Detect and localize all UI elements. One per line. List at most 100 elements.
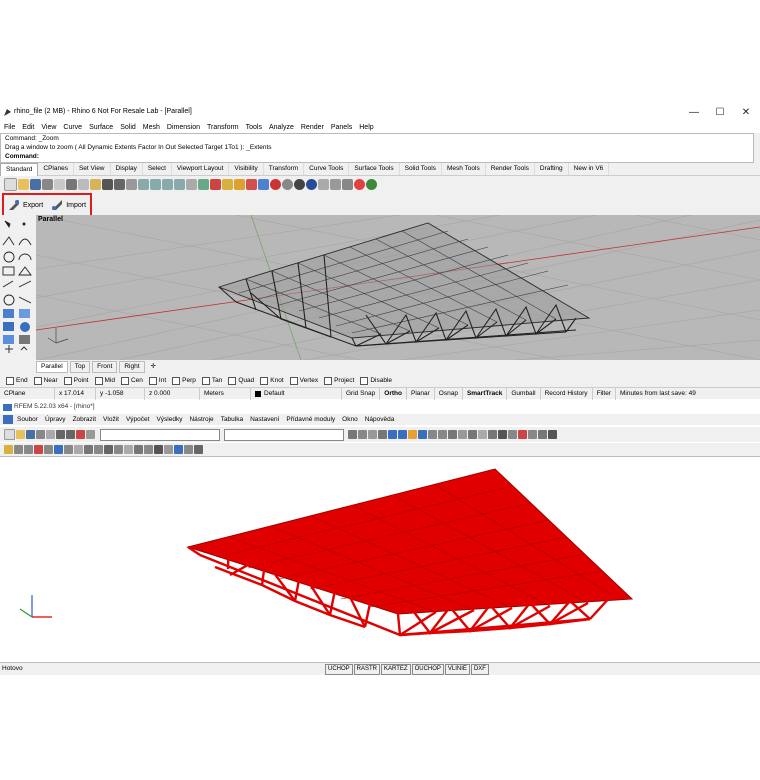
menu-solid[interactable]: Solid [120, 124, 136, 131]
rfem-dim-icon[interactable] [154, 445, 163, 454]
tab-solid-tools[interactable]: Solid Tools [400, 163, 442, 175]
rfem-status-rastr[interactable]: RASTR [353, 664, 381, 675]
ghosted-sphere-icon[interactable] [294, 178, 305, 190]
more-tools-icon[interactable] [20, 346, 28, 351]
trim-icon[interactable] [18, 296, 32, 304]
rfem-view-x-icon[interactable] [398, 430, 407, 439]
polygon-icon[interactable] [18, 266, 32, 276]
rfem-dxf-icon[interactable] [184, 445, 193, 454]
menu-tools[interactable]: Tools [246, 124, 262, 131]
box-icon[interactable] [3, 322, 14, 331]
rfem-menu-napoveda[interactable]: Nápověda [365, 414, 395, 425]
add-viewport-icon[interactable]: ✛ [147, 362, 160, 372]
zoom-icon[interactable] [138, 178, 149, 190]
pan-icon[interactable] [114, 178, 125, 190]
osnap-tan[interactable]: Tan [201, 376, 222, 385]
rfem-tool-d-icon[interactable] [378, 430, 387, 439]
save-icon[interactable] [30, 178, 41, 190]
rfem-support-icon[interactable] [518, 430, 527, 439]
tab-set-view[interactable]: Set View [74, 163, 111, 175]
menu-dimension[interactable]: Dimension [167, 124, 200, 131]
viewport-4-icon[interactable] [186, 178, 197, 190]
rfem-node-icon[interactable] [4, 445, 13, 454]
rfem-guide-icon[interactable] [174, 445, 183, 454]
menu-mesh[interactable]: Mesh [143, 124, 160, 131]
light-icon[interactable] [222, 178, 233, 190]
rfem-print-graphic-icon[interactable] [46, 430, 55, 439]
rfem-hinge-icon[interactable] [54, 445, 63, 454]
menu-panels[interactable]: Panels [331, 124, 352, 131]
rfem-menu-tabulka[interactable]: Tabulka [221, 414, 243, 425]
rfem-table-icon[interactable] [538, 430, 547, 439]
select-icon[interactable] [210, 178, 221, 190]
toggle-smarttrack[interactable]: SmartTrack [463, 388, 508, 400]
properties-icon[interactable] [246, 178, 257, 190]
rfem-status-vlinie[interactable]: VLINIE [444, 664, 470, 675]
rfem-menu-vysledky[interactable]: Výsledky [156, 414, 182, 425]
rfem-visual-icon[interactable] [194, 445, 203, 454]
osnap-perp[interactable]: Perp [172, 376, 196, 385]
cut-icon[interactable] [66, 178, 77, 190]
new-file-icon[interactable] [4, 177, 17, 191]
rfem-load-icon[interactable] [528, 430, 537, 439]
circle-icon[interactable] [3, 251, 15, 263]
rfem-solid-icon[interactable] [44, 445, 53, 454]
paste-icon[interactable] [90, 178, 101, 190]
rfem-menu-nastaveni[interactable]: Nastavení [250, 414, 279, 425]
toggle-filter[interactable]: Filter [593, 388, 617, 400]
rfem-numbering-icon[interactable] [508, 430, 517, 439]
tab-select[interactable]: Select [143, 163, 172, 175]
rfem-divide-icon[interactable] [104, 445, 113, 454]
osnap-point[interactable]: Point [63, 376, 89, 385]
rfem-menu-upravy[interactable]: Úpravy [45, 414, 66, 425]
space-truss-model-wireframe[interactable] [217, 222, 591, 347]
rfem-print-icon[interactable] [36, 430, 45, 439]
rfem-menu-pridavne-moduly[interactable]: Přídavné moduly [286, 414, 335, 425]
render-sphere-icon[interactable] [270, 178, 281, 190]
zoom-window-icon[interactable] [150, 178, 161, 190]
rfem-display-icon[interactable] [498, 430, 507, 439]
space-truss-model-rfem[interactable] [186, 468, 634, 637]
toggle-planar[interactable]: Planar [407, 388, 435, 400]
zoom-extents-icon[interactable] [162, 178, 173, 190]
rfem-menu-vlozit[interactable]: Vložit [103, 414, 119, 425]
rfem-member-icon[interactable] [24, 445, 33, 454]
rfem-open-icon[interactable] [16, 430, 25, 439]
rfem-redo-icon[interactable] [66, 430, 75, 439]
rfem-status-uchop[interactable]: UCHOP [325, 664, 353, 675]
export-button[interactable]: Export [8, 199, 43, 211]
toggle-record-history[interactable]: Record History [541, 388, 593, 400]
viewport-name-label[interactable]: Parallel [38, 216, 63, 223]
rfem-grid-icon[interactable] [478, 430, 487, 439]
arc-icon[interactable] [18, 253, 32, 261]
zoom-selected-icon[interactable] [174, 178, 185, 190]
tab-display[interactable]: Display [111, 163, 143, 175]
tab-visibility[interactable]: Visibility [229, 163, 264, 175]
viewport-tab-front[interactable]: Front [92, 360, 118, 373]
rfem-rotate-icon[interactable] [448, 430, 457, 439]
rfem-measure-icon[interactable] [488, 430, 497, 439]
rfem-render-icon[interactable] [458, 430, 467, 439]
tab-new-in-v6[interactable]: New in V6 [569, 163, 610, 175]
rfem-surface-icon[interactable] [34, 445, 43, 454]
extrude-icon[interactable] [19, 309, 30, 318]
copy-icon[interactable] [78, 178, 89, 190]
rectangle-icon[interactable] [2, 266, 15, 276]
gumball-icon[interactable] [342, 178, 353, 190]
osnap-vertex[interactable]: Vertex [289, 376, 318, 385]
open-icon[interactable] [18, 178, 29, 190]
rfem-new-icon[interactable] [4, 429, 15, 440]
menu-curve[interactable]: Curve [63, 124, 82, 131]
undo-icon[interactable] [102, 178, 113, 190]
toggle-ortho[interactable]: Ortho [380, 388, 407, 400]
rhino-viewport-parallel[interactable]: Parallel [36, 215, 760, 360]
cplane-label[interactable]: CPlane [0, 388, 55, 400]
rfem-tool-b-icon[interactable] [358, 430, 367, 439]
tab-cplanes[interactable]: CPlanes [38, 163, 74, 175]
menu-edit[interactable]: Edit [22, 124, 34, 131]
move-icon[interactable] [5, 345, 13, 353]
osnap-knot[interactable]: Knot [260, 376, 284, 385]
osnap-mid[interactable]: Mid [94, 376, 115, 385]
rfem-menu-vypocet[interactable]: Výpočet [126, 414, 150, 425]
rfem-extra-icon[interactable] [548, 430, 557, 439]
